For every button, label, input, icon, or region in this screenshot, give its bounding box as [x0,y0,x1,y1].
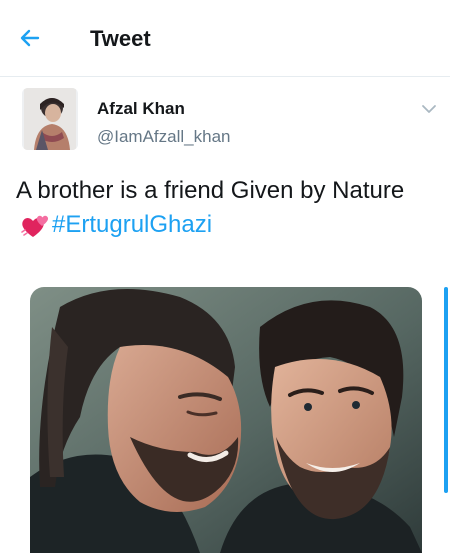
scroll-indicator [444,287,448,493]
tweet-text: A brother is a friend Given by Nature #E… [16,174,436,242]
tweet-image [30,287,422,553]
top-bar: Tweet [0,0,450,77]
chevron-down-icon [422,105,436,113]
arrow-left-icon [20,29,40,47]
tweet-photo[interactable] [30,287,422,553]
back-button[interactable] [14,22,46,54]
page-title: Tweet [90,26,151,51]
avatar-photo [22,88,78,150]
tweet-author: Afzal Khan @IamAfzall_khan [0,82,450,162]
hashtag-link[interactable]: #ErtugrulGhazi [52,211,212,238]
author-handle[interactable]: @IamAfzall_khan [97,127,231,147]
author-name[interactable]: Afzal Khan [97,99,185,119]
tweet-menu-button[interactable] [418,98,440,120]
tweet-body: A brother is a friend Given by Nature [16,177,405,204]
two-hearts-icon [21,215,49,237]
avatar[interactable] [22,88,78,150]
